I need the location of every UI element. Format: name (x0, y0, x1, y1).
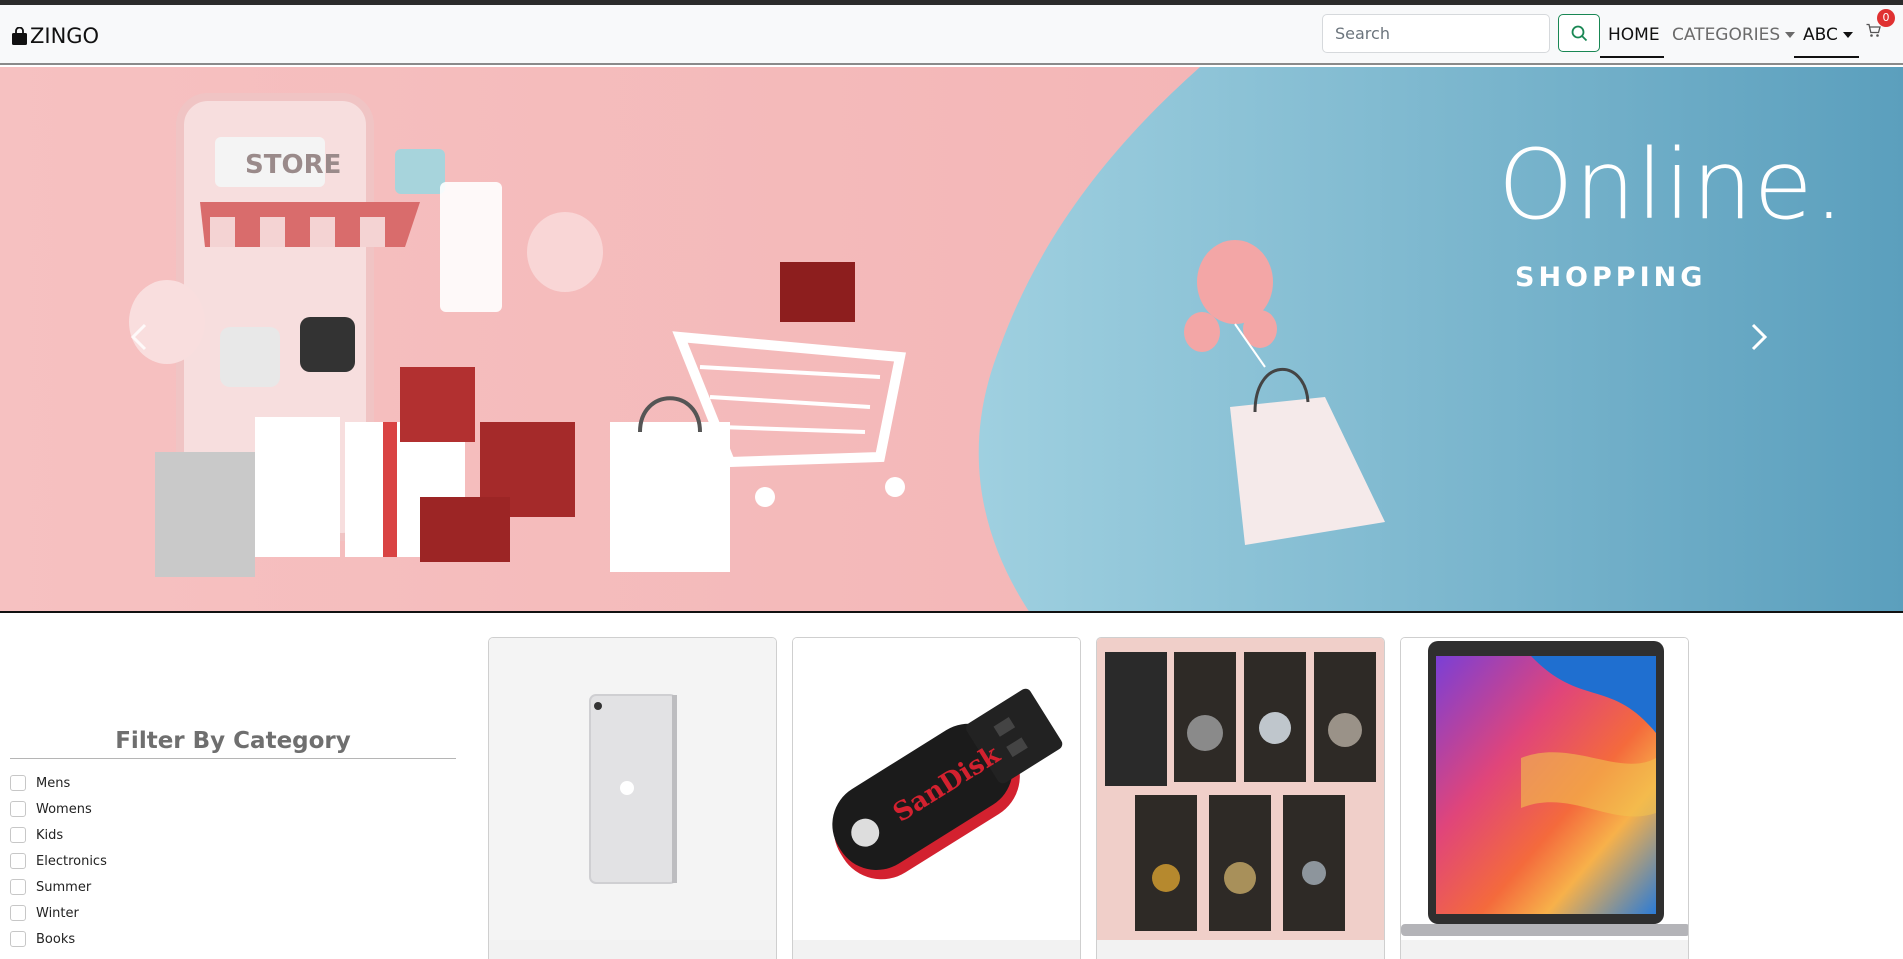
carousel-next-button[interactable] (1738, 317, 1778, 357)
checkbox[interactable] (10, 905, 26, 921)
filter-item-summer[interactable]: Summer (10, 874, 456, 900)
chevron-right-icon (1751, 323, 1768, 351)
filter-item-mens[interactable]: Mens (10, 770, 456, 796)
cart-count-badge: 0 (1877, 9, 1895, 27)
search-icon (1571, 25, 1587, 41)
banner-subtitle: SHOPPING (1515, 262, 1707, 293)
search-button[interactable] (1558, 14, 1600, 52)
product-card[interactable] (1400, 637, 1689, 959)
checkbox[interactable] (10, 801, 26, 817)
product-card[interactable] (1096, 637, 1385, 959)
checkbox[interactable] (10, 775, 26, 791)
product-card-footer (489, 940, 776, 959)
nav-home-active-indicator (1600, 56, 1664, 58)
search-input[interactable] (1322, 14, 1550, 53)
nav-user-label: ABC (1803, 25, 1838, 45)
usb-drive-image: SanDisk (793, 638, 1080, 940)
filter-label: Winter (36, 905, 79, 921)
nav-user-underline (1794, 56, 1859, 58)
store-sign-text: STORE (245, 150, 341, 180)
cart-icon (1866, 23, 1881, 37)
nav-home[interactable]: HOME (1608, 25, 1660, 45)
chevron-left-icon (130, 323, 147, 351)
brand-name: ZINGO (30, 24, 100, 48)
category-filter: Filter By Category Mens Womens Kids Elec… (10, 728, 456, 952)
product-card-footer (1401, 940, 1688, 959)
nav-categories-dropdown[interactable]: CATEGORIES (1672, 25, 1796, 45)
checkbox[interactable] (10, 853, 26, 869)
filter-item-books[interactable]: Books (10, 926, 456, 952)
nav-categories-label: CATEGORIES (1672, 25, 1781, 45)
checkbox[interactable] (10, 931, 26, 947)
caret-down-icon (1842, 32, 1853, 38)
nav-home-label: HOME (1608, 25, 1660, 45)
filter-label: Womens (36, 801, 92, 817)
filter-item-kids[interactable]: Kids (10, 822, 456, 848)
product-card-footer (1097, 940, 1384, 959)
product-card[interactable]: SanDisk (792, 637, 1081, 959)
shopping-bag-icon (12, 26, 27, 45)
brand-logo[interactable]: ZINGO (11, 24, 99, 48)
checkbox[interactable] (10, 827, 26, 843)
banner-title: Online. (1498, 129, 1846, 241)
books-image (1097, 638, 1384, 940)
filter-label: Kids (36, 827, 64, 843)
filter-label: Mens (36, 775, 71, 791)
filter-label: Summer (36, 879, 92, 895)
navbar: ZINGO HOME CATEGORIES ABC 0 (0, 5, 1903, 65)
checkbox[interactable] (10, 879, 26, 895)
nav-user-dropdown[interactable]: ABC (1803, 25, 1853, 45)
laptop-image (1401, 638, 1688, 940)
product-card[interactable] (488, 637, 777, 959)
filter-list: Mens Womens Kids Electronics Summer Wint… (10, 770, 456, 952)
product-card-footer (793, 940, 1080, 959)
filter-item-winter[interactable]: Winter (10, 900, 456, 926)
ipad-image (489, 638, 776, 940)
filter-label: Electronics (36, 853, 107, 869)
hero-carousel: STORE Online. SHOPPING (0, 67, 1903, 613)
filter-item-womens[interactable]: Womens (10, 796, 456, 822)
caret-down-icon (1785, 32, 1796, 38)
filter-label: Books (36, 931, 76, 947)
carousel-prev-button[interactable] (120, 317, 160, 357)
filter-item-electronics[interactable]: Electronics (10, 848, 456, 874)
filter-title: Filter By Category (10, 728, 456, 759)
